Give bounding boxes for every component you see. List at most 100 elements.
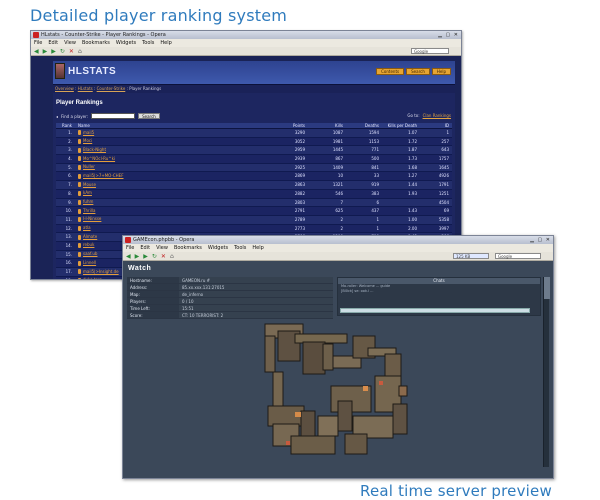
table-row: 8. kAm 2882 546 383 1.93 1251 <box>56 189 452 199</box>
name-cell: Mo^NOcl-Ru^ki <box>76 155 264 163</box>
id-cell: 1757 <box>438 156 449 162</box>
back-icon[interactable]: ◀ <box>34 48 39 55</box>
hlstats-logo: HLSTATS <box>68 66 117 77</box>
name-cell: Black-Night <box>76 146 264 154</box>
player-link[interactable]: atla <box>83 224 91 233</box>
player-icon <box>78 269 81 275</box>
top-nav: Contents Search Help <box>376 68 451 75</box>
deaths-cell: 841 <box>371 164 379 170</box>
rank-cell: 15. <box>65 251 72 257</box>
col-points[interactable]: Points <box>264 123 308 128</box>
player-link[interactable]: duke tera <box>83 276 102 279</box>
breadcrumb-game[interactable]: Counter-Strike <box>97 86 126 91</box>
id-cell: 257 <box>441 138 449 144</box>
player-icon <box>78 147 81 153</box>
col-kpd[interactable]: Kills per Death <box>382 123 420 128</box>
rank-cell: 9. <box>68 199 72 205</box>
player-link[interactable]: Nuller <box>83 163 95 172</box>
col-id[interactable]: ID <box>420 123 452 128</box>
player-icon <box>78 156 81 162</box>
forward-end-icon[interactable]: ▶ <box>51 48 56 55</box>
col-name[interactable]: Name <box>76 123 264 128</box>
col-deaths[interactable]: Deaths <box>346 123 382 128</box>
player-icon <box>78 139 81 145</box>
player-icon <box>78 165 81 171</box>
rank-cell: 1. <box>68 130 72 135</box>
player-link[interactable]: fuhm <box>83 198 93 207</box>
points-cell: 2869 <box>294 173 305 179</box>
table-row: 12. atla 2773 2 1 2.00 3997 <box>56 224 452 234</box>
player-link[interactable]: kAm <box>83 189 92 198</box>
menu-bookmarks[interactable]: Bookmarks <box>82 39 110 47</box>
points-cell: 3052 <box>294 138 305 144</box>
player-link[interactable]: Black-Night <box>83 146 106 155</box>
window-controls[interactable]: ▁ ▢ ✕ <box>438 32 459 38</box>
kills-cell: 1321 <box>332 182 343 188</box>
table-row: 10. Thrilla 2791 625 437 1.43 69 <box>56 207 452 216</box>
kpd-cell: 1.93 <box>408 190 417 196</box>
forward-icon[interactable]: ▶ <box>43 48 48 55</box>
id-cell: 1 <box>446 130 449 135</box>
col-rank[interactable]: Rank <box>56 123 76 128</box>
player-link[interactable]: Mouse <box>83 181 96 190</box>
table-row: 4. Mo^NOcl-Ru^ki 2939 867 500 1.73 1757 <box>56 155 452 164</box>
breadcrumb-hlstats[interactable]: HLstats <box>78 86 93 91</box>
col-kills[interactable]: Kills <box>308 123 346 128</box>
player-link[interactable]: saaf.ub <box>83 250 97 259</box>
deaths-cell: 500 <box>371 156 379 162</box>
browser-window-watch: GAMEcon.phpbb - Opera ▁ ▢ ✕ File Edit Vi… <box>122 235 554 479</box>
menu-file[interactable]: File <box>34 39 42 47</box>
deaths-cell: 437 <box>371 208 379 214</box>
help-button[interactable]: Help <box>431 68 451 75</box>
points-cell: 2803 <box>294 199 305 205</box>
rank-cell: 5. <box>68 164 72 170</box>
goto: Go to: Clan Rankings <box>407 113 451 118</box>
menu-tools[interactable]: Tools <box>142 39 154 47</box>
breadcrumb-overview[interactable]: Overview <box>55 86 74 91</box>
id-cell: 643 <box>441 147 449 153</box>
id-cell: 4926 <box>438 173 449 179</box>
menu-widgets[interactable]: Widgets <box>116 39 136 47</box>
radar-map <box>264 323 408 455</box>
player-link[interactable]: Thrilla <box>83 207 95 216</box>
table-row: 3. Black-Night 2959 1445 771 1.87 643 <box>56 146 452 156</box>
player-link[interactable]: Mo^NOcl-Ru^ki <box>83 155 115 164</box>
player-link[interactable]: mail5|>Insight.de <box>83 268 119 277</box>
home-icon[interactable]: ⌂ <box>78 48 82 55</box>
menu-help[interactable]: Help <box>160 39 171 47</box>
reload-icon[interactable]: ↻ <box>60 48 65 55</box>
search-button-top[interactable]: Search <box>406 68 430 75</box>
stop-icon[interactable]: ✕ <box>69 48 74 55</box>
player-link[interactable]: Linnell <box>83 259 96 268</box>
deaths-cell: 1 <box>376 225 379 231</box>
points-cell: 2789 <box>294 216 305 222</box>
player-link[interactable]: mail5|>7+MO-CHEF <box>83 172 124 181</box>
find-label: Find a player: <box>61 113 89 119</box>
breadcrumb: Overview : HLstats : Counter-Strike : Pl… <box>53 85 455 93</box>
rank-cell: 6. <box>68 173 72 179</box>
goto-label: Go to: <box>407 113 420 118</box>
search-input[interactable]: Google <box>411 48 449 54</box>
player-link[interactable]: Almate <box>83 233 97 242</box>
table-row: 9. fuhm 2803 7 6 4504 <box>56 198 452 208</box>
kpd-cell: 1.07 <box>408 130 417 135</box>
player-search-input[interactable] <box>91 113 136 119</box>
menu-edit[interactable]: Edit <box>48 39 58 47</box>
points-cell: 2863 <box>294 182 305 188</box>
player-link[interactable]: mail5 <box>83 129 94 138</box>
rank-cell: 18. <box>56 277 76 279</box>
name-cell: Thrilla <box>76 207 264 215</box>
window-titlebar[interactable]: HLstats - Counter-Strike - Player Rankin… <box>31 31 461 39</box>
player-link[interactable]: rebuk <box>83 241 94 250</box>
search-button[interactable]: Search <box>138 113 160 119</box>
id-cell: 5358 <box>438 216 449 222</box>
clan-rankings-link[interactable]: Clan Rankings <box>423 113 451 118</box>
caption-player-ranking: Detailed player ranking system <box>30 6 288 25</box>
player-link[interactable]: l-l-Ninsse <box>83 215 101 224</box>
contents-button[interactable]: Contents <box>376 68 405 75</box>
table-row: 7. Mouse 2863 1321 919 1.44 1791 <box>56 181 452 190</box>
table-row: 11. l-l-Ninsse 2789 2 1 1.00 5358 <box>56 215 452 225</box>
menu-view[interactable]: View <box>64 39 76 47</box>
kills-cell: 1087 <box>332 130 343 135</box>
player-link[interactable]: Moci <box>83 137 92 146</box>
